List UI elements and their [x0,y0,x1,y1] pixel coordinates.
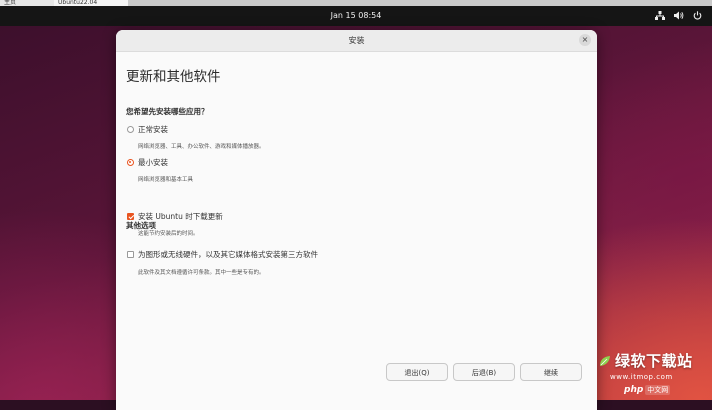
radio-unselected-icon[interactable] [127,126,134,133]
page-title: 更新和其他软件 [126,69,221,85]
radio-selected-icon[interactable] [127,159,134,166]
installer-window: 安装 × 更新和其他软件 您希望先安装哪些应用？ 正常安装 网络浏览器、工具、办… [116,30,597,410]
checkbox-checked-icon[interactable] [127,213,134,220]
third-party-checkbox[interactable]: 为图形或无线硬件，以及其它媒体格式安装第三方软件 [127,249,318,260]
download-updates-label: 安装 Ubuntu 时下载更新 [138,212,223,221]
watermark-url: www.itmop.com [610,373,673,381]
download-updates-desc: 这能节约安装后的时间。 [138,231,199,237]
php-text: php [624,385,644,395]
normal-install-radio[interactable]: 正常安装 [127,124,168,135]
watermark-logo: 绿软下载站 [598,350,693,371]
volume-icon[interactable] [674,11,684,20]
back-button[interactable]: 后退(B) [453,363,515,381]
network-icon[interactable] [655,11,665,20]
checkbox-unchecked-icon[interactable] [127,251,134,258]
window-titlebar[interactable]: 安装 × [116,30,597,52]
power-icon[interactable] [693,11,702,20]
normal-install-label: 正常安装 [138,125,168,134]
window-title: 安装 [348,36,365,45]
third-party-label: 为图形或无线硬件，以及其它媒体格式安装第三方软件 [138,250,318,259]
leaf-icon [600,355,610,366]
php-cn-text: 中文网 [645,385,671,395]
watermark-brand: 绿软下载站 [615,352,693,370]
third-party-desc: 此软件及其文档遵循许可条款。其中一些是专有的。 [138,270,265,276]
download-updates-checkbox[interactable]: 安装 Ubuntu 时下载更新 [127,211,223,222]
close-button[interactable]: × [579,34,591,46]
clock[interactable]: Jan 15 08:54 [0,6,712,26]
php-cn-logo: php 中文网 [624,385,671,395]
minimal-install-label: 最小安装 [138,158,168,167]
system-tray[interactable] [655,11,702,20]
quit-button[interactable]: 退出(Q) [386,363,448,381]
normal-install-desc: 网络浏览器、工具、办公软件、游戏和媒体播放器。 [138,144,265,150]
top-bar: Jan 15 08:54 [0,6,712,26]
minimal-install-radio[interactable]: 最小安装 [127,157,168,168]
minimal-install-desc: 网络浏览器和基本工具 [138,177,194,183]
install-type-question: 您希望先安装哪些应用？ [126,107,209,116]
continue-button[interactable]: 继续 [520,363,582,381]
